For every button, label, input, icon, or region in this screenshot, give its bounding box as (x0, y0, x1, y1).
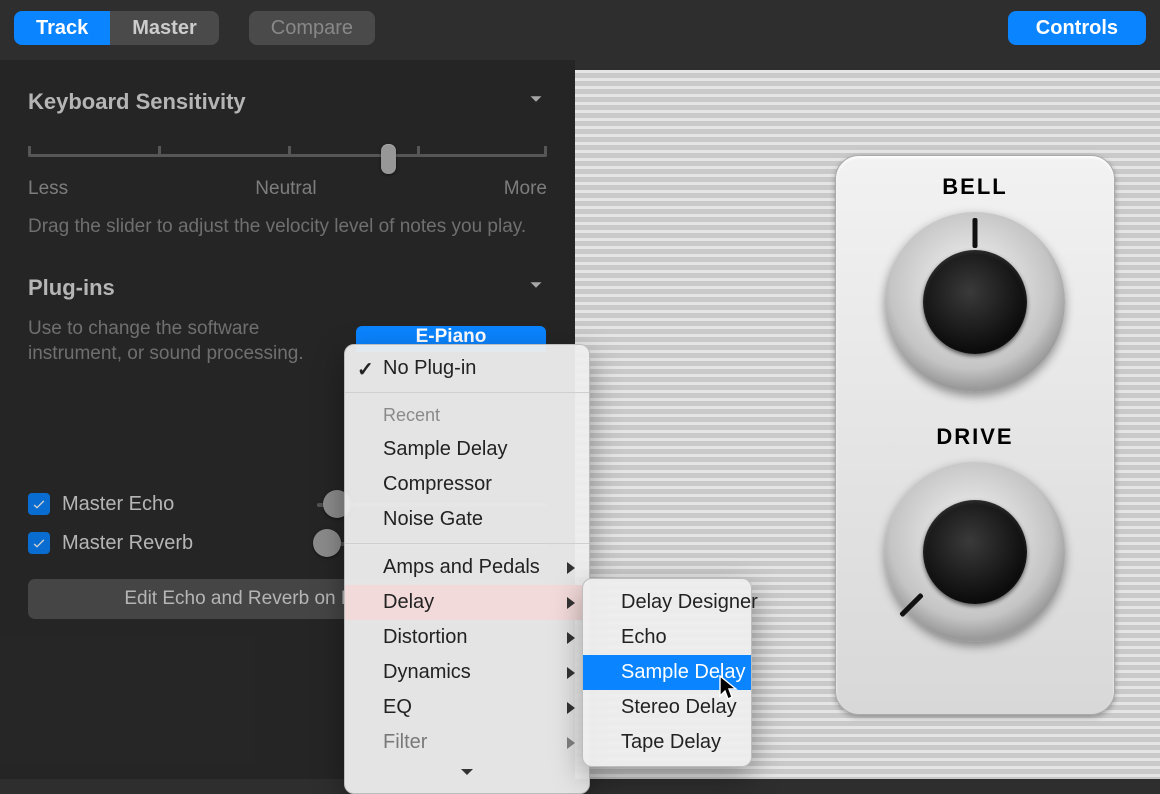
submenu-item-delay-designer[interactable]: Delay Designer (583, 585, 751, 620)
menu-item-recent[interactable]: Noise Gate (345, 502, 589, 537)
section-title: Keyboard Sensitivity (28, 89, 246, 115)
drive-knob-label: DRIVE (836, 424, 1114, 450)
sensitivity-slider-knob[interactable] (381, 144, 396, 174)
menu-item-no-plugin[interactable]: No Plug-in (345, 351, 589, 386)
track-master-segment: Track Master (14, 11, 219, 45)
keyboard-sensitivity-header[interactable]: Keyboard Sensitivity (28, 88, 547, 116)
master-echo-checkbox[interactable] (28, 493, 50, 515)
bell-knob-label: BELL (836, 174, 1114, 200)
menu-item-eq[interactable]: EQ (345, 690, 589, 725)
menu-separator (345, 543, 589, 544)
menu-item-recent[interactable]: Compressor (345, 467, 589, 502)
knob-pointer-icon (899, 593, 924, 618)
knob-cap (923, 250, 1027, 354)
menu-heading-recent: Recent (345, 399, 589, 432)
top-toolbar: Track Master Compare Controls (0, 8, 1160, 48)
bell-knob[interactable] (885, 212, 1065, 392)
drive-knob[interactable] (885, 462, 1065, 642)
sensitivity-slider[interactable] (28, 140, 547, 170)
sensitivity-description: Drag the slider to adjust the velocity l… (28, 214, 547, 240)
section-title: Plug-ins (28, 275, 115, 301)
chevron-down-icon (525, 88, 547, 116)
master-echo-label: Master Echo (62, 493, 174, 516)
plugins-header[interactable]: Plug-ins (28, 274, 547, 302)
controls-button[interactable]: Controls (1008, 11, 1146, 45)
submenu-item-tape-delay[interactable]: Tape Delay (583, 725, 751, 760)
menu-item-filter[interactable]: Filter (345, 725, 589, 760)
menu-item-distortion[interactable]: Distortion (345, 620, 589, 655)
submenu-item-echo[interactable]: Echo (583, 620, 751, 655)
submenu-item-stereo-delay[interactable]: Stereo Delay (583, 690, 751, 725)
delay-submenu: Delay Designer Echo Sample Delay Stereo … (582, 578, 752, 767)
menu-item-recent[interactable]: Sample Delay (345, 432, 589, 467)
menu-separator (345, 392, 589, 393)
knob-panel: BELL DRIVE (835, 155, 1115, 715)
menu-item-delay[interactable]: Delay (345, 585, 589, 620)
knob-pointer-icon (973, 218, 978, 248)
menu-item-amps-and-pedals[interactable]: Amps and Pedals (345, 550, 589, 585)
master-reverb-checkbox[interactable] (28, 532, 50, 554)
menu-scroll-down-icon[interactable] (345, 760, 589, 787)
track-tab[interactable]: Track (14, 11, 110, 45)
master-tab[interactable]: Master (110, 11, 218, 45)
menu-item-dynamics[interactable]: Dynamics (345, 655, 589, 690)
slider-label-neutral: Neutral (255, 178, 316, 200)
plugins-description: Use to change the software instrument, o… (28, 316, 328, 367)
compare-button[interactable]: Compare (249, 11, 375, 45)
slider-label-less: Less (28, 178, 68, 200)
plugin-menu: No Plug-in Recent Sample Delay Compresso… (344, 344, 590, 794)
submenu-item-sample-delay[interactable]: Sample Delay (583, 655, 751, 690)
knob-cap (923, 500, 1027, 604)
slider-label-more: More (504, 178, 547, 200)
master-reverb-label: Master Reverb (62, 532, 193, 555)
chevron-down-icon (525, 274, 547, 302)
